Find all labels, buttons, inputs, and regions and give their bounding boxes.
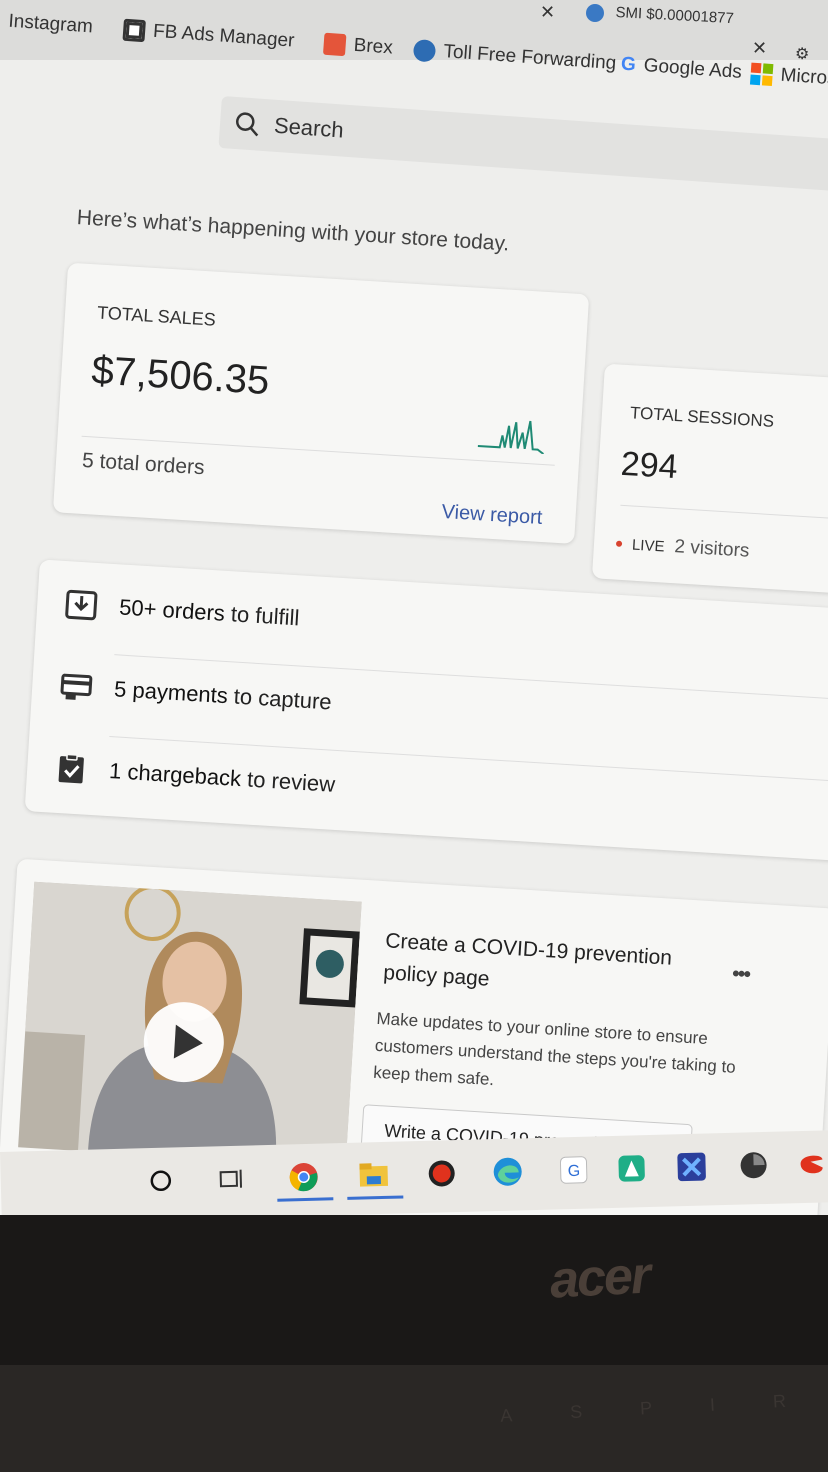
chrome-icon[interactable] xyxy=(288,1162,319,1193)
task-count: 50+ orders xyxy=(118,594,226,626)
acer-logo: acer xyxy=(548,1246,651,1310)
payment-icon xyxy=(60,673,93,700)
sales-sparkline xyxy=(477,420,545,455)
task-label: to review xyxy=(240,766,336,797)
task-label: to fulfill xyxy=(224,600,301,631)
fulfill-icon xyxy=(65,589,98,621)
svg-text:G: G xyxy=(567,1163,580,1180)
total-sales-label: TOTAL SALES xyxy=(96,302,217,330)
total-sessions-value: 294 xyxy=(619,444,679,487)
total-sessions-label: TOTAL SESSIONS xyxy=(629,403,775,431)
total-sales-value: $7,506.35 xyxy=(90,348,271,404)
edge-icon[interactable] xyxy=(492,1156,523,1187)
task-count: 1 chargeback xyxy=(108,758,242,792)
total-sales-card: TOTAL SALES $7,506.35 5 total orders Vie… xyxy=(52,262,590,545)
view-report-link[interactable]: View report xyxy=(441,501,543,530)
tab-title[interactable]: SMI $0.00001877 xyxy=(615,4,734,27)
more-options-button[interactable]: ••• xyxy=(731,960,750,987)
app-a-icon[interactable] xyxy=(616,1153,647,1184)
task-chargeback-to-review[interactable]: 1 chargeback to review xyxy=(54,753,336,800)
total-orders: 5 total orders xyxy=(81,448,206,480)
visitors-count: 2 visitors xyxy=(673,536,750,562)
active-app-indicator xyxy=(347,1195,404,1200)
total-sessions-card: TOTAL SESSIONS 294 LIVE 2 visitors xyxy=(591,363,828,595)
close-tab-icon[interactable]: ✕ xyxy=(540,2,555,23)
active-app-indicator xyxy=(277,1197,334,1202)
live-label: LIVE xyxy=(631,536,666,556)
laptop-lower-bezel xyxy=(0,1365,828,1472)
app-dark-icon[interactable] xyxy=(738,1150,769,1181)
file-explorer-icon[interactable] xyxy=(358,1160,389,1191)
live-visitors: LIVE 2 visitors xyxy=(615,533,750,563)
cortana-search-icon[interactable] xyxy=(145,1165,176,1196)
task-label: to capture xyxy=(227,683,333,715)
screen: ✕ SMI $0.00001877 ✕ ⚙ Instagram FB Ads M… xyxy=(0,0,828,1215)
task-payments-to-capture[interactable]: 5 payments to capture xyxy=(59,671,332,718)
task-count: 5 payments xyxy=(113,676,229,709)
app-g-icon[interactable]: G xyxy=(558,1155,589,1186)
smi-tab-icon xyxy=(586,4,604,22)
app-red-icon[interactable] xyxy=(796,1148,827,1179)
promo-description: Make updates to your online store to ens… xyxy=(372,1008,737,1090)
promo-title: Create a COVID-19 prevention policy page xyxy=(382,929,673,991)
tasks-card: 50+ orders to fulfill 5 payments to capt… xyxy=(24,559,828,862)
video-thumbnail[interactable] xyxy=(18,881,362,1168)
app-x-icon[interactable] xyxy=(676,1152,707,1183)
dashboard-content: Here’s what’s happening with your store … xyxy=(0,0,828,1215)
live-dot-icon xyxy=(615,540,623,547)
divider xyxy=(620,504,828,519)
play-icon[interactable] xyxy=(138,997,229,1088)
greeting-text: Here’s what’s happening with your store … xyxy=(76,206,510,256)
task-orders-to-fulfill[interactable]: 50+ orders to fulfill xyxy=(64,589,300,633)
clipboard-icon xyxy=(58,753,84,784)
task-view-icon[interactable] xyxy=(216,1164,247,1195)
record-app-icon[interactable] xyxy=(426,1158,457,1189)
